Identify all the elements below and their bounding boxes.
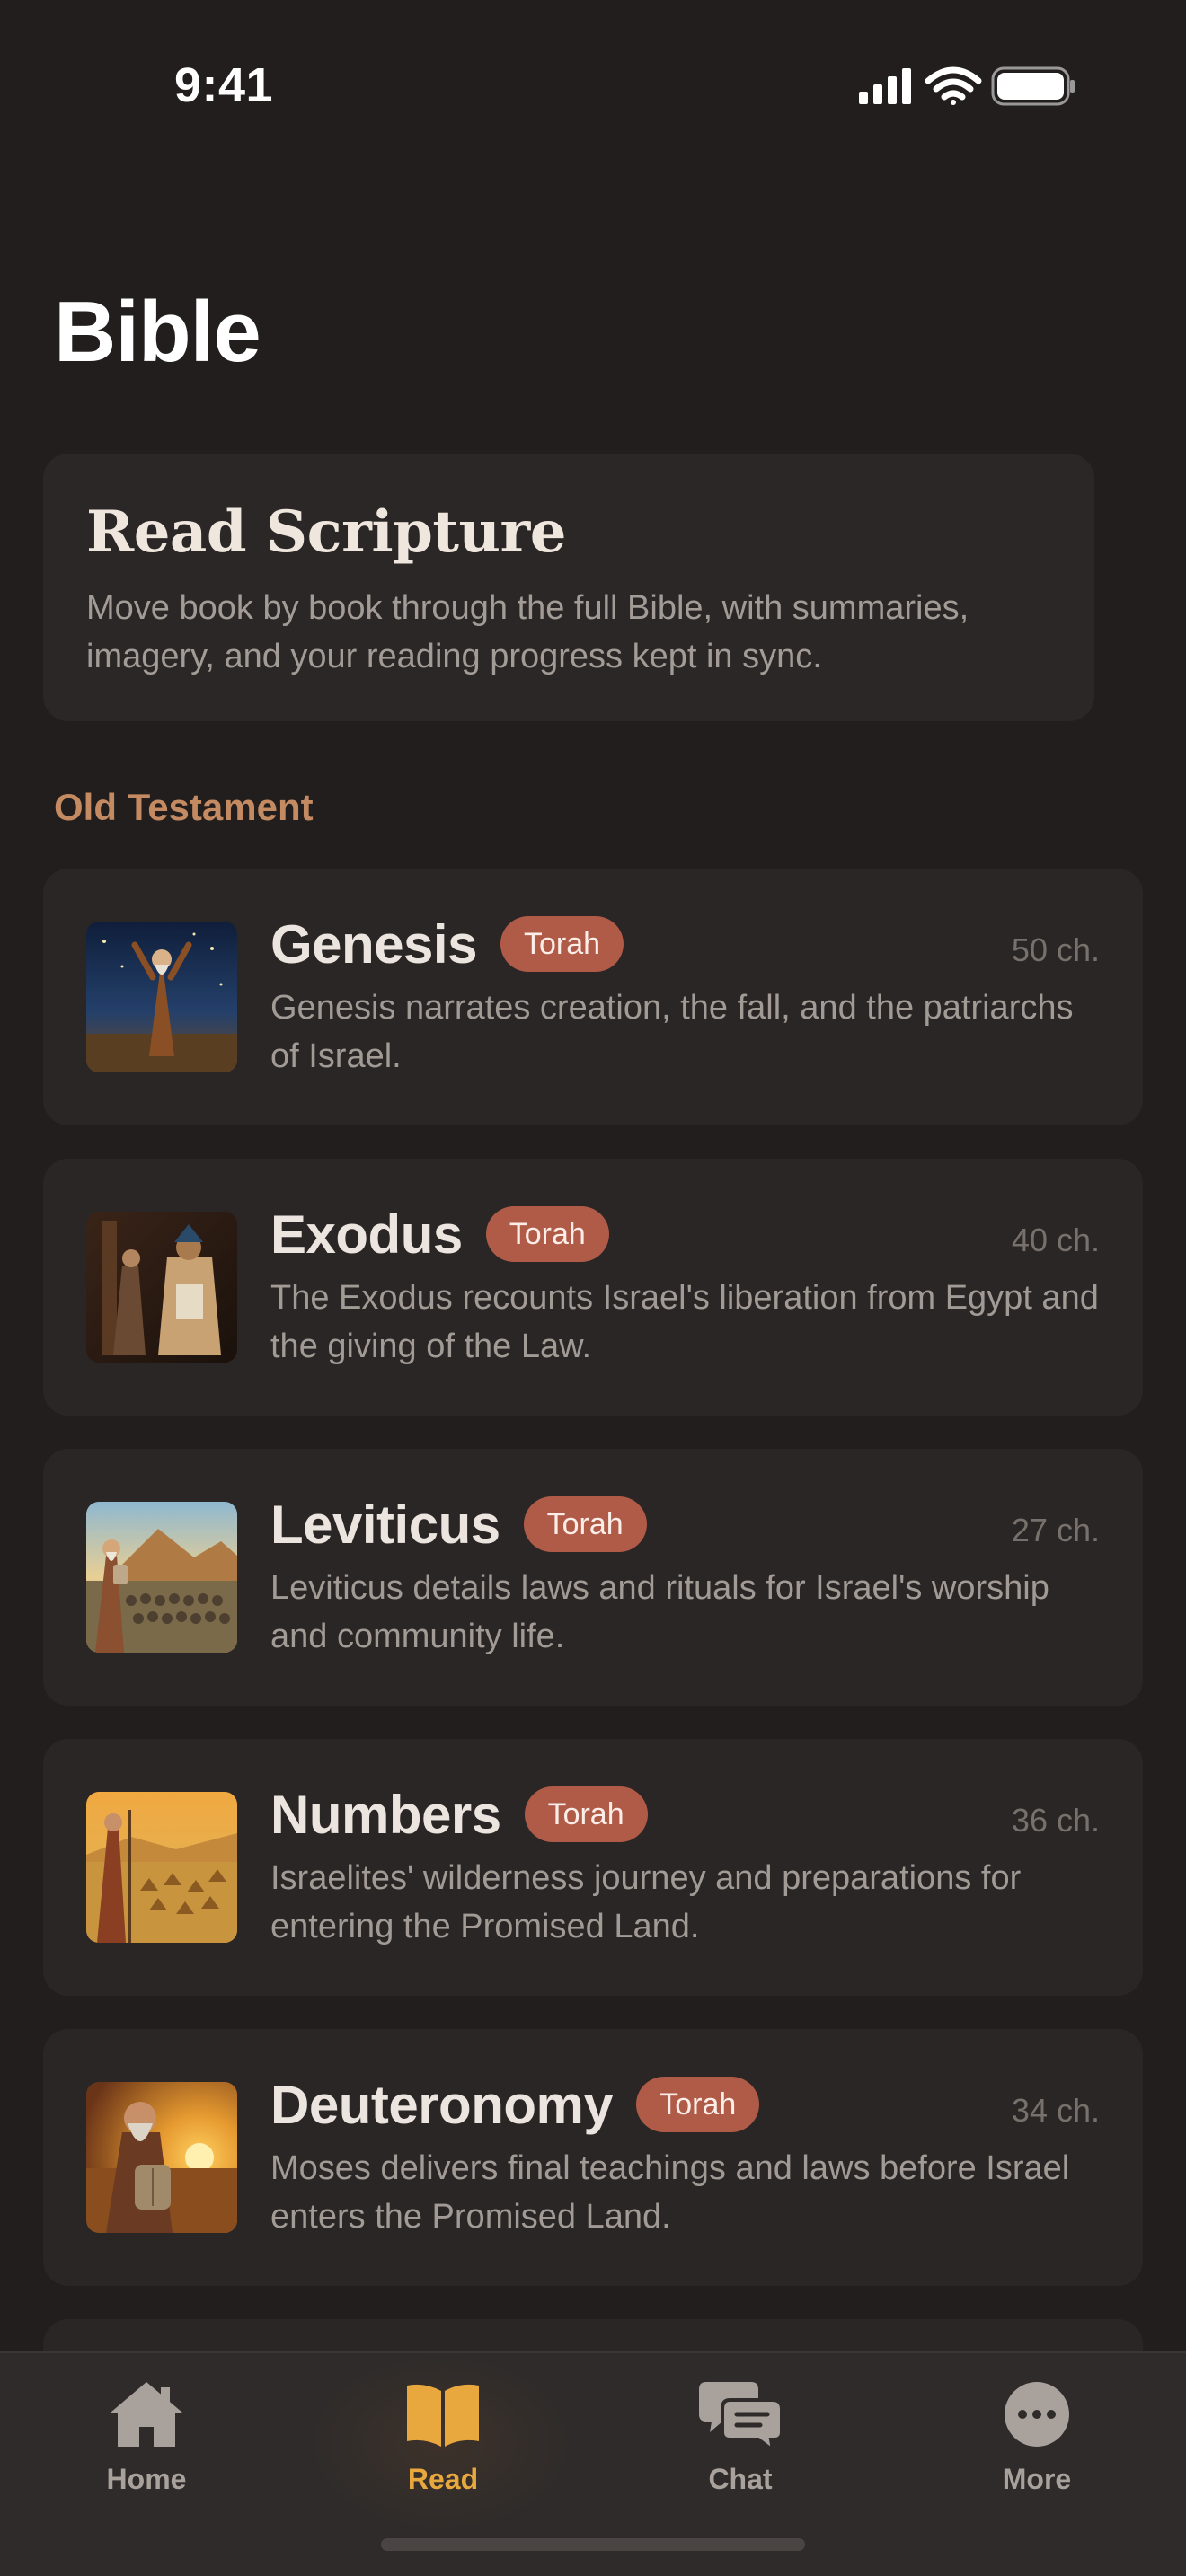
tab-label: Home	[106, 2463, 187, 2495]
book-description: Moses delivers final teachings and laws …	[270, 2149, 1070, 2236]
book-title: Genesis	[270, 913, 477, 975]
book-title: Exodus	[270, 1204, 463, 1265]
book-card-exodus[interactable]: Exodus Torah 40 ch. The Exodus recounts …	[43, 1159, 1143, 1416]
bible-screen: 9:41 Bible Read Scripture Move book by b…	[0, 0, 1186, 2576]
book-title: Deuteronomy	[270, 2074, 614, 2135]
moses-tablets-sunset-icon	[86, 2082, 237, 2233]
category-badge: Torah	[485, 1206, 609, 1262]
intro-description: Move book by book through the full Bible…	[86, 589, 969, 675]
tab-home[interactable]: Home	[48, 2378, 245, 2496]
category-badge: Torah	[523, 1496, 647, 1552]
book-description: The Exodus recounts Israel's liberation …	[270, 1279, 1099, 1365]
chapter-count: 27 ch.	[1011, 1512, 1100, 1548]
tab-label: More	[1002, 2463, 1072, 2495]
status-icons	[843, 65, 1076, 106]
read-scripture-card: Read Scripture Move book by book through…	[43, 454, 1094, 721]
tab-read[interactable]: Read	[344, 2378, 542, 2496]
book-card-numbers[interactable]: Numbers Torah 36 ch. Israelites' wildern…	[43, 1739, 1143, 1996]
pharaoh-throne-icon	[86, 1212, 237, 1363]
book-description: Israelites' wilderness journey and prepa…	[270, 1859, 1022, 1945]
book-header: Deuteronomy Torah	[270, 2070, 760, 2139]
book-header: Leviticus Torah	[270, 1490, 647, 1558]
book-header: Numbers Torah	[270, 1780, 648, 1848]
section-label-old-testament: Old Testament	[54, 786, 314, 828]
wilderness-camp-icon	[86, 1792, 237, 1943]
cellular-signal-icon	[859, 68, 911, 104]
book-header: Genesis Torah	[270, 910, 624, 978]
moses-night-sky-icon	[86, 922, 237, 1072]
book-description: Genesis narrates creation, the fall, and…	[270, 989, 1074, 1075]
tab-more[interactable]: More	[938, 2378, 1136, 2496]
open-book-icon	[407, 2384, 479, 2447]
wifi-icon	[925, 66, 982, 105]
book-header: Exodus Torah	[270, 1200, 609, 1268]
category-badge: Torah	[524, 1786, 648, 1842]
book-card-leviticus[interactable]: Leviticus Torah 27 ch. Leviticus details…	[43, 1449, 1143, 1706]
tab-label: Chat	[708, 2463, 773, 2495]
ellipsis-circle-icon	[1005, 2382, 1069, 2447]
home-indicator[interactable]	[381, 2538, 805, 2551]
chapter-count: 36 ch.	[1011, 1802, 1100, 1839]
category-badge: Torah	[636, 2077, 760, 2132]
book-card-deuteronomy[interactable]: Deuteronomy Torah 34 ch. Moses delivers …	[43, 2029, 1143, 2286]
book-description: Leviticus details laws and rituals for I…	[270, 1569, 1049, 1655]
category-badge: Torah	[500, 916, 624, 972]
chat-bubbles-icon	[699, 2382, 782, 2450]
intro-title: Read Scripture	[86, 498, 566, 566]
house-icon	[111, 2382, 182, 2447]
status-bar: 9:41	[0, 0, 1186, 171]
page-title: Bible	[54, 284, 261, 380]
book-list: Genesis Torah 50 ch. Genesis narrates cr…	[43, 869, 1143, 2576]
status-time: 9:41	[174, 58, 274, 112]
chapter-count: 40 ch.	[1011, 1222, 1100, 1258]
tab-chat[interactable]: Chat	[642, 2378, 839, 2496]
chapter-count: 50 ch.	[1011, 931, 1100, 968]
book-card-genesis[interactable]: Genesis Torah 50 ch. Genesis narrates cr…	[43, 869, 1143, 1125]
tab-label: Read	[407, 2463, 479, 2495]
book-title: Leviticus	[270, 1494, 500, 1555]
moses-crowd-icon	[86, 1502, 237, 1653]
book-title: Numbers	[270, 1784, 501, 1845]
chapter-count: 34 ch.	[1011, 2092, 1100, 2129]
battery-icon	[991, 66, 1075, 106]
